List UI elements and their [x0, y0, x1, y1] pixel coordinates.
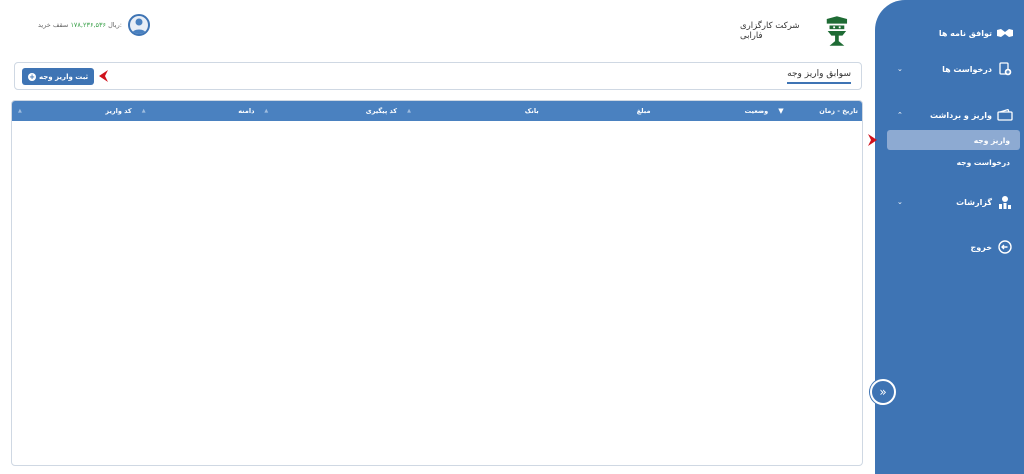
chevron-down-icon: ⌄ [897, 65, 903, 73]
col-tracking-code[interactable]: کد پیگیری ▲ [258, 101, 401, 121]
sidebar-subitem-withdraw-request[interactable]: درخواست وجه [887, 152, 1020, 172]
company-brand: شرکت کارگزاری فارابی [740, 14, 850, 48]
sort-icon: ▲ [18, 108, 22, 114]
double-chevron-right-icon: » [879, 385, 887, 399]
sidebar: توافق نامه ها درخواست ها ⌄ واریز و برداش… [875, 0, 1024, 474]
table-header: تاریخ - زمان ▼ وضعیت مبلغ بانک ▲ کد پیگی… [12, 101, 862, 121]
logout-icon [996, 240, 1014, 254]
handshake-icon [996, 26, 1014, 40]
wallet-icon [996, 108, 1014, 122]
sidebar-item-agreements[interactable]: توافق نامه ها [875, 22, 1014, 44]
page-title: سوابق واریز وجه [787, 69, 851, 84]
plus-icon: + [28, 72, 36, 81]
add-deposit-button[interactable]: + ثبت واریز وجه [22, 68, 95, 85]
sidebar-item-reports[interactable]: گزارشات ⌄ [875, 191, 1014, 213]
col-deposit-code[interactable]: کد واریز ▲ [12, 101, 136, 121]
user-icon [131, 18, 146, 34]
sort-icon: ▲ [141, 108, 146, 114]
sidebar-toggle-button[interactable]: » [870, 379, 896, 405]
sidebar-item-deposit-withdraw[interactable]: واریز و برداشت ⌃ [875, 104, 1014, 126]
page-toolbar: سوابق واریز وجه + ثبت واریز وجه [14, 62, 862, 90]
pointer-arrow-icon [868, 134, 877, 146]
report-icon [996, 195, 1014, 209]
buying-power: ریال ۱۷۸,۲۳۶,۵۳۶ سقف خرید: [38, 21, 122, 29]
col-status[interactable]: وضعیت [654, 101, 772, 121]
avatar[interactable] [127, 14, 150, 36]
add-deposit-label: ثبت واریز وجه [39, 72, 89, 81]
credit-amount: ۱۷۸,۲۳۶,۵۳۶ [70, 21, 106, 29]
chevron-down-icon: ⌄ [897, 198, 903, 206]
credit-unit: ریال [108, 21, 120, 29]
request-add-icon [996, 62, 1014, 76]
user-info[interactable]: ریال ۱۷۸,۲۳۶,۵۳۶ سقف خرید: [38, 12, 150, 38]
company-logo-icon [826, 16, 848, 46]
col-amount[interactable]: مبلغ [543, 101, 655, 121]
col-datetime[interactable]: تاریخ - زمان ▼ [772, 101, 862, 121]
sidebar-item-logout[interactable]: خروج [875, 236, 1014, 258]
col-domain[interactable]: دامنه ▲ [136, 101, 259, 121]
sort-icon: ▲ [264, 108, 269, 114]
deposits-table: تاریخ - زمان ▼ وضعیت مبلغ بانک ▲ کد پیگی… [11, 100, 863, 466]
col-bank[interactable]: بانک ▲ [401, 101, 543, 121]
sort-icon: ▲ [407, 108, 411, 114]
sort-desc-icon: ▼ [778, 107, 784, 115]
company-name: شرکت کارگزاری فارابی [740, 21, 800, 41]
sidebar-subitem-deposit[interactable]: واریز وجه [887, 130, 1020, 150]
pointer-arrow-icon [99, 70, 108, 82]
sidebar-item-requests[interactable]: درخواست ها ⌄ [875, 58, 1014, 80]
chevron-up-icon: ⌃ [897, 111, 903, 119]
